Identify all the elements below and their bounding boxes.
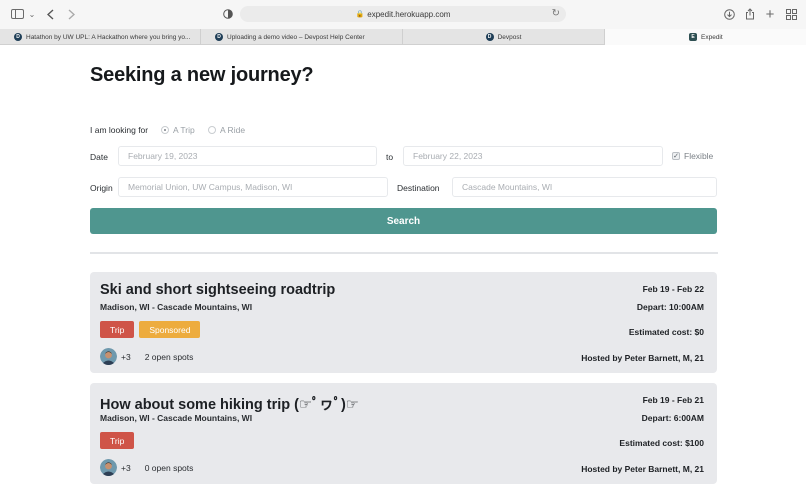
date-from-placeholder: February 19, 2023	[128, 151, 198, 161]
devpost-favicon-icon: D	[215, 33, 223, 41]
trip-tags: Trip Sponsored	[100, 321, 201, 338]
avatar	[100, 348, 117, 365]
tab-strip: D Hatathon by UW UPL: A Hackathon where …	[0, 29, 806, 45]
tab-overview-icon[interactable]	[785, 6, 797, 22]
chevron-down-icon[interactable]: ⌄	[28, 6, 36, 22]
date-from-input[interactable]: February 19, 2023	[118, 146, 377, 166]
looking-for-label: I am looking for	[90, 125, 149, 135]
trip-title: How about some hiking trip (☞ﾟヮﾟ)☞	[100, 397, 359, 413]
radio-dot-icon	[208, 126, 216, 134]
flexible-label: Flexible	[684, 151, 714, 161]
radio-ride-label: A Ride	[220, 125, 246, 135]
trip-title: Ski and short sightseeing roadtrip	[100, 282, 336, 298]
flexible-checkbox[interactable]: ✓ Flexible	[672, 151, 713, 161]
trip-tags: Trip	[100, 432, 135, 449]
trip-tag: Trip	[100, 321, 135, 338]
radio-trip-label: A Trip	[173, 125, 195, 135]
destination-label: Destination	[397, 183, 440, 193]
new-tab-icon[interactable]: +	[764, 6, 776, 23]
trip-card[interactable]: Ski and short sightseeing roadtrip Madis…	[90, 272, 717, 373]
tab-devpost[interactable]: D Devpost	[403, 29, 605, 45]
reload-icon[interactable]: ↻	[552, 8, 560, 19]
sidebar-icon[interactable]	[10, 6, 24, 22]
share-icon[interactable]	[744, 6, 756, 22]
trip-cost: Estimated cost: $100	[619, 438, 704, 448]
origin-input[interactable]: Memorial Union, UW Campus, Madison, WI	[118, 177, 388, 197]
radio-trip[interactable]: A Trip	[161, 125, 195, 135]
radio-dot-icon	[161, 126, 169, 134]
address-bar[interactable]: 🔒 expedit.herokuapp.com ↻	[240, 6, 566, 22]
date-to-placeholder: February 22, 2023	[413, 151, 483, 161]
avatar	[100, 459, 117, 476]
trip-depart: Depart: 6:00AM	[641, 413, 704, 423]
to-label: to	[386, 152, 394, 162]
open-spots: 2 open spots	[144, 351, 194, 362]
extra-people-count: +3	[121, 351, 131, 362]
open-spots: 0 open spots	[144, 462, 194, 473]
search-button[interactable]: Search	[90, 208, 717, 234]
expedit-favicon-icon: E	[689, 33, 697, 41]
trip-tag: Trip	[100, 432, 135, 449]
trip-card[interactable]: How about some hiking trip (☞ﾟヮﾟ)☞ Madis…	[90, 383, 717, 484]
trip-dates: Feb 19 - Feb 22	[642, 284, 704, 294]
radio-ride[interactable]: A Ride	[208, 125, 245, 135]
tab-label: Devpost	[497, 33, 522, 41]
browser-toolbar: ⌄ 🔒 expedit.herokuapp.com ↻ +	[0, 0, 806, 29]
extra-people-count: +3	[121, 462, 131, 473]
forward-icon[interactable]	[66, 6, 76, 22]
back-icon[interactable]	[45, 6, 55, 22]
trip-participants: +3 0 open spots	[100, 459, 193, 476]
url-text: expedit.herokuapp.com	[367, 9, 451, 19]
trip-route: Madison, WI - Cascade Mountains, WI	[100, 413, 253, 423]
tab-hatathon[interactable]: D Hatathon by UW UPL: A Hackathon where …	[0, 29, 201, 45]
lock-icon: 🔒	[355, 11, 365, 18]
destination-input[interactable]: Cascade Mountains, WI	[452, 177, 717, 197]
tab-label: Expedit	[701, 33, 723, 41]
origin-label: Origin	[90, 183, 113, 193]
trip-participants: +3 2 open spots	[100, 348, 193, 365]
trip-dates: Feb 19 - Feb 21	[642, 395, 704, 405]
trip-depart: Depart: 10:00AM	[636, 302, 704, 312]
privacy-shield-icon[interactable]	[222, 6, 234, 22]
page-title: Seeking a new journey?	[90, 64, 314, 86]
destination-placeholder: Cascade Mountains, WI	[462, 182, 553, 192]
sponsored-tag: Sponsored	[139, 321, 201, 338]
checkmark-icon: ✓	[672, 152, 680, 160]
tab-expedit-label-group: E Expedit	[689, 33, 723, 41]
devpost-favicon-icon: D	[14, 33, 22, 41]
origin-placeholder: Memorial Union, UW Campus, Madison, WI	[128, 182, 293, 192]
trip-route: Madison, WI - Cascade Mountains, WI	[100, 302, 253, 312]
download-icon[interactable]	[723, 6, 735, 22]
trip-host: Hosted by Peter Barnett, M, 21	[581, 464, 704, 474]
tab-uploading-demo[interactable]: D Uploading a demo video – Devpost Help …	[201, 29, 403, 45]
tab-label: Uploading a demo video – Devpost Help Ce…	[227, 33, 365, 41]
date-label: Date	[90, 152, 108, 162]
date-to-input[interactable]: February 22, 2023	[403, 146, 663, 166]
trip-cost: Estimated cost: $0	[628, 327, 704, 337]
tab-label: Hatathon by UW UPL: A Hackathon where yo…	[26, 33, 191, 41]
trip-host: Hosted by Peter Barnett, M, 21	[581, 353, 704, 363]
divider	[90, 252, 718, 254]
devpost-favicon-icon: D	[485, 33, 494, 41]
